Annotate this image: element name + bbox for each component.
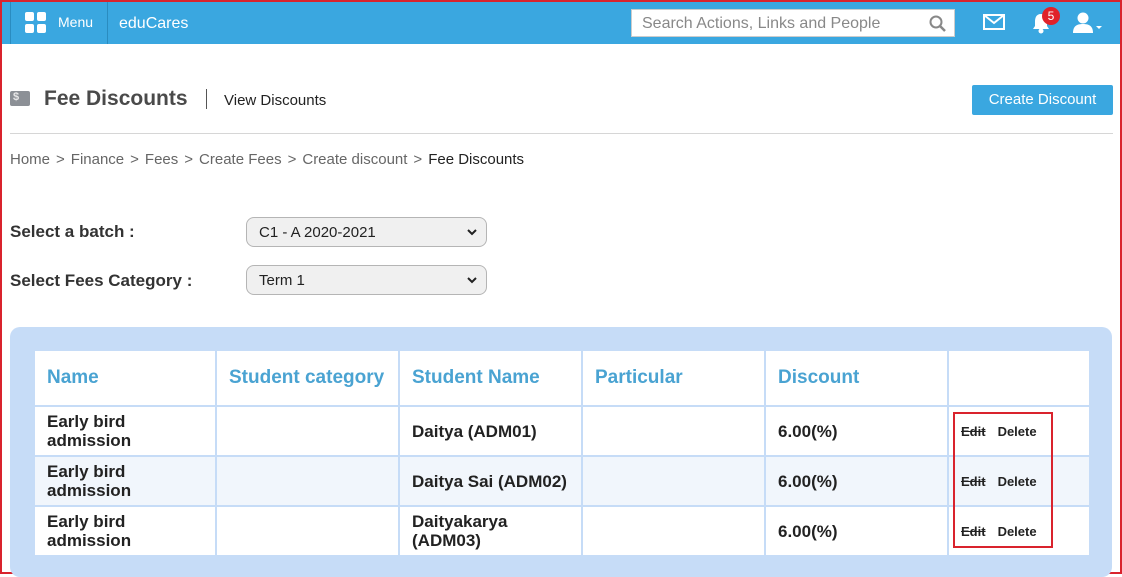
breadcrumb: Home > Finance > Fees > Create Fees > Create dis…	[10, 151, 524, 168]
fee-icon	[10, 91, 30, 106]
breadcrumb-separator: >	[130, 151, 139, 168]
discounts-table: Name Student category Student Name Parti…	[33, 349, 1091, 557]
menu-label: Menu	[58, 14, 94, 30]
cell-student: Daityakarya (ADM03)	[398, 505, 583, 557]
breadcrumb-finance[interactable]: Finance	[71, 151, 124, 168]
cell-particular	[581, 505, 766, 557]
cell-student: Daitya Sai (ADM02)	[398, 455, 583, 507]
category-select-value: Term 1	[259, 272, 305, 289]
mail-icon[interactable]	[983, 14, 1005, 30]
page-subtitle: View Discounts	[224, 92, 327, 109]
breadcrumb-fees[interactable]: Fees	[145, 151, 178, 168]
delete-link[interactable]: Delete	[998, 524, 1037, 539]
batch-label: Select a batch :	[10, 222, 135, 241]
delete-link[interactable]: Delete	[998, 424, 1037, 439]
cell-category	[215, 455, 400, 507]
delete-link[interactable]: Delete	[998, 474, 1037, 489]
page-title: Fee Discounts	[44, 87, 188, 110]
notification-badge: 5	[1042, 7, 1060, 25]
batch-select[interactable]: C1 - A 2020-2021	[246, 217, 487, 247]
chevron-down-icon	[467, 277, 477, 284]
breadcrumb-current: Fee Discounts	[428, 151, 525, 168]
cell-actions: Edit Delete	[947, 405, 1091, 457]
col-header-student: Student Name	[398, 349, 583, 407]
cell-particular	[581, 405, 766, 457]
cell-actions: Edit Delete	[947, 505, 1091, 557]
breadcrumb-separator: >	[56, 151, 65, 168]
edit-link[interactable]: Edit	[961, 474, 986, 489]
col-header-actions	[947, 349, 1091, 407]
search-box[interactable]	[631, 9, 955, 37]
breadcrumb-separator: >	[287, 151, 297, 168]
cell-discount: 6.00(%)	[764, 405, 949, 457]
breadcrumb-separator: >	[413, 151, 423, 168]
cell-name: Early bird admission	[33, 455, 217, 507]
batch-select-value: C1 - A 2020-2021	[259, 224, 376, 241]
col-header-discount: Discount	[764, 349, 949, 407]
table-row: Early bird admission Daitya (ADM01) 6.00…	[33, 405, 1091, 457]
menu-button[interactable]: Menu	[10, 2, 108, 44]
col-header-category: Student category	[215, 349, 400, 407]
top-bar: Menu eduCares 5	[2, 2, 1120, 44]
table-row: Early bird admission Daitya Sai (ADM02) …	[33, 455, 1091, 507]
brand-name[interactable]: eduCares	[119, 15, 188, 33]
cell-discount: 6.00(%)	[764, 455, 949, 507]
cell-name: Early bird admission	[33, 405, 217, 457]
search-input[interactable]	[640, 14, 924, 34]
cell-category	[215, 505, 400, 557]
table-row: Early bird admission Daityakarya (ADM03)…	[33, 505, 1091, 557]
col-header-particular: Particular	[581, 349, 766, 407]
table-header-row: Name Student category Student Name Parti…	[33, 349, 1091, 407]
breadcrumb-create-discount[interactable]: Create discount	[302, 151, 407, 168]
breadcrumb-separator: >	[184, 151, 194, 168]
create-discount-button[interactable]: Create Discount	[972, 85, 1113, 115]
cell-name: Early bird admission	[33, 505, 217, 557]
cell-particular	[581, 455, 766, 507]
cell-discount: 6.00(%)	[764, 505, 949, 557]
breadcrumb-home[interactable]: Home	[10, 151, 50, 168]
header-divider	[10, 133, 1113, 134]
edit-link[interactable]: Edit	[961, 424, 986, 439]
breadcrumb-create-fees[interactable]: Create Fees	[199, 151, 282, 168]
title-divider	[206, 89, 207, 109]
grid-icon	[25, 12, 47, 34]
edit-link[interactable]: Edit	[961, 524, 986, 539]
cell-student: Daitya (ADM01)	[398, 405, 583, 457]
cell-category	[215, 405, 400, 457]
col-header-name: Name	[33, 349, 217, 407]
category-label: Select Fees Category :	[10, 271, 193, 290]
cell-actions: Edit Delete	[947, 455, 1091, 507]
user-icon[interactable]	[1072, 12, 1102, 34]
chevron-down-icon	[467, 229, 477, 236]
search-icon[interactable]	[929, 15, 946, 32]
category-select[interactable]: Term 1	[246, 265, 487, 295]
